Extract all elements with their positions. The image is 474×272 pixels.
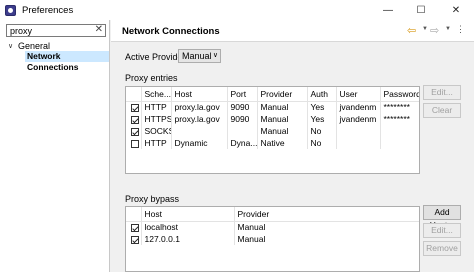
clear-proxy-entry-button[interactable]: Clear [423, 103, 461, 118]
tree-item-general[interactable]: ∨ General [8, 41, 50, 51]
port-cell: 9090 [227, 113, 258, 125]
table-row[interactable]: HTTP Dynamic Dyna... Native No [126, 137, 419, 149]
tree-item-network-connections[interactable]: Network Connections [25, 51, 109, 72]
app-icon [5, 4, 16, 16]
table-row[interactable]: HTTP proxy.la.gov 9090 Manual Yes jvande… [126, 101, 419, 113]
view-menu-icon[interactable]: ⋮ [456, 24, 465, 35]
row-checkbox[interactable] [131, 235, 139, 244]
port-cell [227, 125, 258, 137]
page-title: Network Connections [122, 26, 220, 37]
host-cell: 127.0.0.1 [141, 233, 235, 245]
column-header[interactable]: Provider [234, 207, 419, 222]
user-cell: jvandenm [336, 101, 381, 113]
title-bar: Preferences — ☐ ✕ [0, 0, 474, 20]
filter-search-box: ✕ [6, 24, 106, 37]
filter-input[interactable] [7, 25, 89, 36]
maximize-button[interactable]: ☐ [405, 0, 437, 20]
column-header[interactable]: Host [171, 87, 228, 102]
row-checkbox[interactable] [131, 127, 139, 136]
close-button[interactable]: ✕ [440, 0, 472, 20]
row-checkbox[interactable] [131, 104, 139, 112]
provider-cell: Manual [257, 125, 308, 137]
active-provider-value: Manual [182, 51, 212, 61]
forward-arrow-icon[interactable]: ⇨ [430, 24, 439, 37]
table-row[interactable]: 127.0.0.1 Manual [126, 233, 419, 245]
row-checkbox[interactable] [131, 224, 139, 232]
host-cell: proxy.la.gov [171, 113, 228, 125]
scheme-cell: HTTP [141, 137, 172, 149]
auth-cell: Yes [307, 113, 337, 125]
scheme-cell: SOCKS [141, 125, 172, 137]
auth-cell: No [307, 125, 337, 137]
preference-page: Network Connections ⇦ ▼ ⇨ ▼ ⋮ Active Pro… [111, 20, 474, 272]
chevron-down-icon: ∨ [212, 52, 218, 59]
provider-cell: Manual [257, 101, 308, 113]
user-cell: jvandenm [336, 113, 381, 125]
host-cell: proxy.la.gov [171, 101, 228, 113]
password-cell: ******** [380, 101, 419, 113]
user-cell [336, 137, 381, 149]
scheme-cell: HTTPS [141, 113, 172, 125]
port-cell: Dyna... [227, 137, 258, 149]
provider-cell: Manual [234, 221, 419, 233]
remove-bypass-button[interactable]: Remove [423, 241, 461, 256]
provider-cell: Native [257, 137, 308, 149]
column-header[interactable]: Password [380, 87, 419, 102]
table-row[interactable]: localhost Manual [126, 221, 419, 233]
user-cell [336, 125, 381, 137]
back-arrow-icon[interactable]: ⇦ [407, 24, 416, 37]
row-checkbox[interactable] [131, 115, 139, 124]
proxy-bypass-table: Host Provider localhost Manual 127.0.0.1… [125, 206, 420, 272]
proxy-bypass-label: Proxy bypass [125, 194, 180, 204]
column-header[interactable] [126, 207, 142, 222]
table-header-row: Sche... Host Port Provider Auth User Pas… [126, 87, 419, 102]
proxy-entries-table: Sche... Host Port Provider Auth User Pas… [125, 86, 420, 174]
row-checkbox[interactable] [131, 139, 139, 148]
password-cell [380, 137, 419, 149]
edit-proxy-entry-button[interactable]: Edit... [423, 85, 461, 100]
active-provider-select[interactable]: Manual ∨ [178, 49, 221, 63]
table-row[interactable]: SOCKS Manual No [126, 125, 419, 137]
password-cell [380, 125, 419, 137]
port-cell: 9090 [227, 101, 258, 113]
tree-item-general-label: General [18, 41, 51, 51]
host-cell: Dynamic [171, 137, 228, 149]
column-header[interactable] [126, 87, 142, 102]
add-host-button[interactable]: Add Host... [423, 205, 461, 230]
page-header: Network Connections ⇦ ▼ ⇨ ▼ ⋮ [111, 20, 474, 42]
table-row[interactable]: HTTPS proxy.la.gov 9090 Manual Yes jvand… [126, 113, 419, 125]
column-header[interactable]: Sche... [141, 87, 172, 102]
column-header[interactable]: Host [141, 207, 235, 222]
proxy-entries-label: Proxy entries [125, 73, 178, 83]
provider-cell: Manual [257, 113, 308, 125]
host-cell [171, 125, 228, 137]
column-header[interactable]: User [336, 87, 381, 102]
back-dropdown-icon[interactable]: ▼ [422, 26, 428, 32]
column-header[interactable]: Auth [307, 87, 337, 102]
scheme-cell: HTTP [141, 101, 172, 113]
auth-cell: Yes [307, 101, 337, 113]
forward-dropdown-icon[interactable]: ▼ [445, 26, 451, 32]
auth-cell: No [307, 137, 337, 149]
preferences-nav-pane: ✕ ∨ General Network Connections [0, 20, 110, 272]
table-header-row: Host Provider [126, 207, 419, 222]
column-header[interactable]: Port [227, 87, 258, 102]
edit-bypass-button[interactable]: Edit... [423, 223, 461, 238]
password-cell: ******** [380, 113, 419, 125]
provider-cell: Manual [234, 233, 419, 245]
window-title: Preferences [22, 4, 74, 16]
host-cell: localhost [141, 221, 235, 233]
minimize-button[interactable]: — [372, 0, 404, 20]
chevron-down-icon[interactable]: ∨ [8, 42, 18, 50]
column-header[interactable]: Provider [257, 87, 308, 102]
clear-filter-icon[interactable]: ✕ [95, 24, 103, 35]
